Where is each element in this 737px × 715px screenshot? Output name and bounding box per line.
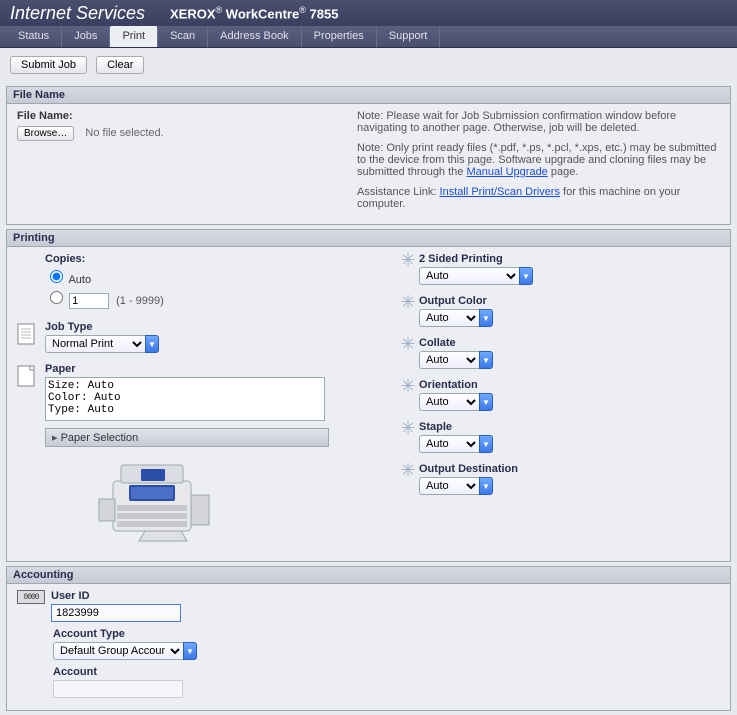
- asterisk-icon: ✳: [397, 379, 419, 393]
- output-color-label: Output Color: [419, 295, 720, 307]
- copies-label: Copies:: [45, 253, 397, 265]
- filename-panel: File Name File Name: Browse… No file sel…: [6, 86, 731, 225]
- top-banner: Internet Services XEROX® WorkCentre® 785…: [0, 0, 737, 26]
- brand-title: Internet Services: [10, 3, 170, 24]
- tab-support[interactable]: Support: [377, 26, 441, 47]
- browse-button[interactable]: Browse…: [17, 126, 74, 141]
- printing-panel-header: Printing: [7, 230, 730, 247]
- orientation-select[interactable]: Auto: [419, 393, 479, 411]
- note-wait: Note: Please wait for Job Submission con…: [357, 110, 720, 134]
- tab-properties[interactable]: Properties: [302, 26, 377, 47]
- two-sided-select[interactable]: Auto: [419, 267, 519, 285]
- paper-selection-button[interactable]: Paper Selection: [45, 428, 329, 447]
- clear-button[interactable]: Clear: [96, 56, 144, 74]
- copies-number-input[interactable]: [69, 293, 109, 309]
- tab-jobs[interactable]: Jobs: [62, 26, 110, 47]
- tab-address-book[interactable]: Address Book: [208, 26, 301, 47]
- tab-scan[interactable]: Scan: [158, 26, 208, 47]
- accounting-panel-header: Accounting: [7, 567, 730, 584]
- two-sided-label: 2 Sided Printing: [419, 253, 720, 265]
- account-label: Account: [53, 666, 720, 678]
- chevron-down-icon: ▼: [479, 477, 493, 495]
- output-destination-select[interactable]: Auto: [419, 477, 479, 495]
- asterisk-icon: ✳: [397, 337, 419, 351]
- copies-number-radio[interactable]: [50, 291, 63, 304]
- asterisk-icon: ✳: [397, 463, 419, 477]
- chevron-down-icon: ▼: [479, 435, 493, 453]
- collate-select[interactable]: Auto: [419, 351, 479, 369]
- note-filetypes: Note: Only print ready files (*.pdf, *.p…: [357, 142, 720, 178]
- chevron-down-icon: ▼: [519, 267, 533, 285]
- tab-print[interactable]: Print: [110, 26, 158, 47]
- job-type-label: Job Type: [45, 321, 397, 333]
- paper-label: Paper: [45, 363, 397, 375]
- output-destination-label: Output Destination: [419, 463, 720, 475]
- counter-icon: 0000: [17, 590, 45, 604]
- orientation-label: Orientation: [419, 379, 720, 391]
- copies-range-hint: (1 - 9999): [116, 295, 164, 307]
- account-type-label: Account Type: [53, 628, 720, 640]
- chevron-down-icon: ▼: [479, 309, 493, 327]
- collate-label: Collate: [419, 337, 720, 349]
- install-drivers-link[interactable]: Install Print/Scan Drivers: [440, 186, 560, 198]
- account-type-select[interactable]: Default Group Account: [53, 642, 183, 660]
- action-toolbar: Submit Job Clear: [0, 48, 737, 82]
- chevron-down-icon: ▼: [479, 393, 493, 411]
- copies-auto-label: Auto: [68, 274, 91, 286]
- submit-job-button[interactable]: Submit Job: [10, 56, 87, 74]
- paper-icon: [17, 365, 39, 387]
- document-icon: [17, 323, 39, 345]
- chevron-down-icon: ▼: [479, 351, 493, 369]
- asterisk-icon: ✳: [397, 421, 419, 435]
- chevron-down-icon: ▼: [183, 642, 197, 660]
- chevron-down-icon: ▼: [145, 335, 159, 353]
- printer-illustration-icon: [95, 455, 225, 545]
- user-id-input[interactable]: [51, 604, 181, 622]
- output-color-select[interactable]: Auto: [419, 309, 479, 327]
- device-model: XEROX® WorkCentre® 7855: [170, 5, 338, 21]
- asterisk-icon: ✳: [397, 253, 419, 267]
- filename-label: File Name:: [17, 110, 357, 122]
- paper-summary-textarea[interactable]: Size: Auto Color: Auto Type: Auto: [45, 377, 325, 421]
- no-file-text: No file selected.: [85, 127, 163, 139]
- main-nav: Status Jobs Print Scan Address Book Prop…: [0, 26, 737, 48]
- assistance-line: Assistance Link: Install Print/Scan Driv…: [357, 186, 720, 210]
- asterisk-icon: ✳: [397, 295, 419, 309]
- printing-panel: Printing Copies: Auto: [6, 229, 731, 562]
- accounting-panel: Accounting 0000 User ID Account Type Def…: [6, 566, 731, 711]
- copies-auto-radio[interactable]: [50, 270, 63, 283]
- filename-panel-header: File Name: [7, 87, 730, 104]
- staple-select[interactable]: Auto: [419, 435, 479, 453]
- user-id-label: User ID: [51, 590, 181, 602]
- manual-upgrade-link[interactable]: Manual Upgrade: [466, 166, 547, 178]
- account-input[interactable]: [53, 680, 183, 698]
- tab-status[interactable]: Status: [6, 26, 62, 47]
- job-type-select[interactable]: Normal Print: [45, 335, 145, 353]
- staple-label: Staple: [419, 421, 720, 433]
